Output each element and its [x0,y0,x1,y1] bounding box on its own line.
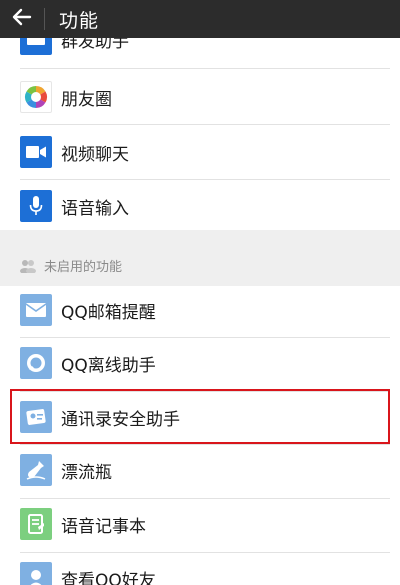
moments-icon [20,81,52,113]
feature-label: 漂流瓶 [61,462,112,483]
feature-label: 通讯录安全助手 [61,409,180,430]
disabled-section-label: 未启用的功能 [44,260,123,275]
feature-item-qq-offline[interactable]: QQ离线助手 [0,336,400,390]
feature-label: 视频聊天 [61,144,129,165]
feature-label: QQ离线助手 [61,355,156,376]
qq-friends-icon [20,562,52,585]
feature-label: 语音记事本 [61,516,146,537]
qq-offline-icon [20,347,52,379]
people-icon [19,258,37,277]
mail-icon [20,294,52,326]
feature-item-voice-input[interactable]: 语音输入 [0,179,400,233]
feature-item-video-chat[interactable]: 视频聊天 [0,125,400,179]
page-title: 功能 [59,9,100,32]
microphone-icon [20,190,52,222]
title-divider [44,8,45,30]
title-bar: 功能 [0,0,400,38]
feature-item-contacts-security[interactable]: 通讯录安全助手 [0,390,400,444]
arrow-left-icon [12,8,32,30]
feature-label: 查看QQ好友 [61,570,156,585]
feature-item-moments[interactable]: 朋友圈 [0,70,400,124]
feature-item-voice-notepad[interactable]: 语音记事本 [0,497,400,551]
feature-item-drift-bottle[interactable]: 漂流瓶 [0,443,400,497]
back-button[interactable] [0,0,44,38]
voice-notepad-icon [20,508,52,540]
feature-item-qq-mail[interactable]: QQ邮箱提醒 [0,283,400,337]
feature-item-qq-friends[interactable]: 查看QQ好友 [0,551,400,585]
video-camera-icon [20,136,52,168]
feature-label: 朋友圈 [61,89,112,110]
feature-label: QQ邮箱提醒 [61,302,156,323]
bottle-icon [20,454,52,486]
feature-label: 语音输入 [61,198,129,219]
divider [20,68,390,69]
contacts-security-icon [20,401,52,433]
